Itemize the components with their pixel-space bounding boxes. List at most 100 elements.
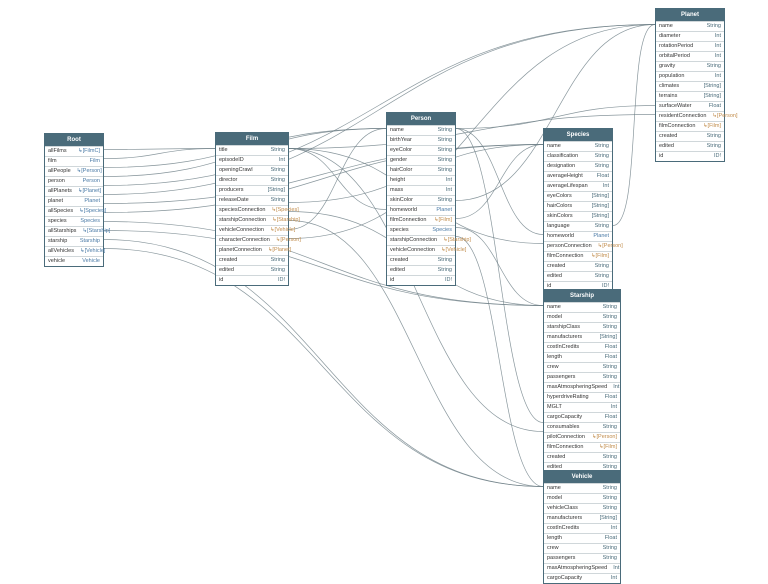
field-row[interactable]: createdString [387, 255, 455, 265]
field-row[interactable]: crewString [544, 362, 620, 372]
field-row[interactable]: allSpecies↳[Species] [45, 206, 103, 216]
field-row[interactable]: allVehicles↳[Vehicle] [45, 246, 103, 256]
field-row[interactable]: filmConnection↳[Film] [544, 442, 620, 452]
field-row[interactable]: climates[String] [656, 81, 724, 91]
field-row[interactable]: birthYearString [387, 135, 455, 145]
field-row[interactable]: massInt [387, 185, 455, 195]
entity-root[interactable]: RootallFilms↳[FilmC]filmFilmallPeople↳[P… [44, 133, 104, 267]
field-row[interactable]: speciesSpecies [387, 225, 455, 235]
field-row[interactable]: genderString [387, 155, 455, 165]
field-row[interactable]: averageHeightFloat [544, 171, 612, 181]
entity-vehicle[interactable]: VehiclenameStringmodelStringvehicleClass… [543, 470, 621, 584]
field-row[interactable]: idID! [656, 151, 724, 161]
field-row[interactable]: designationString [544, 161, 612, 171]
field-row[interactable]: characterConnection↳[Person] [216, 235, 288, 245]
field-row[interactable]: nameString [544, 302, 620, 312]
field-row[interactable]: createdString [544, 452, 620, 462]
field-row[interactable]: classificationString [544, 151, 612, 161]
field-row[interactable]: speciesConnection↳[Species] [216, 205, 288, 215]
field-row[interactable]: episodeIDInt [216, 155, 288, 165]
field-row[interactable]: planetConnection↳[Planet] [216, 245, 288, 255]
field-row[interactable]: consumablesString [544, 422, 620, 432]
field-row[interactable]: filmConnection↳[Film] [544, 251, 612, 261]
field-row[interactable]: passengersString [544, 553, 620, 563]
field-row[interactable]: passengersString [544, 372, 620, 382]
field-row[interactable]: terrains[String] [656, 91, 724, 101]
field-row[interactable]: editedString [656, 141, 724, 151]
field-row[interactable]: createdString [544, 261, 612, 271]
field-row[interactable]: vehicleClassString [544, 503, 620, 513]
field-row[interactable]: filmFilm [45, 156, 103, 166]
field-row[interactable]: filmConnection↳[Film] [387, 215, 455, 225]
field-row[interactable]: populationInt [656, 71, 724, 81]
field-row[interactable]: openingCrawlString [216, 165, 288, 175]
field-row[interactable]: editedString [544, 271, 612, 281]
field-row[interactable]: eyeColorString [387, 145, 455, 155]
field-row[interactable]: editedString [387, 265, 455, 275]
field-row[interactable]: cargoCapacityInt [544, 573, 620, 583]
field-row[interactable]: cargoCapacityFloat [544, 412, 620, 422]
field-row[interactable]: hyperdriveRatingFloat [544, 392, 620, 402]
field-row[interactable]: starshipStarship [45, 236, 103, 246]
field-row[interactable]: allPeople↳[Person] [45, 166, 103, 176]
field-row[interactable]: createdString [216, 255, 288, 265]
field-row[interactable]: rotationPeriodInt [656, 41, 724, 51]
field-row[interactable]: pilotConnection↳[Person] [544, 432, 620, 442]
field-row[interactable]: allStarships↳[Starship] [45, 226, 103, 236]
field-row[interactable]: homeworldPlanet [387, 205, 455, 215]
entity-film[interactable]: FilmtitleStringepisodeIDIntopeningCrawlS… [215, 132, 289, 286]
field-row[interactable]: lengthFloat [544, 352, 620, 362]
field-row[interactable]: manufacturers[String] [544, 332, 620, 342]
field-row[interactable]: lengthFloat [544, 533, 620, 543]
field-row[interactable]: costInCreditsFloat [544, 342, 620, 352]
field-row[interactable]: starshipConnection↳[Starship] [216, 215, 288, 225]
field-row[interactable]: manufacturers[String] [544, 513, 620, 523]
field-row[interactable]: starshipConnection↳[Starship] [387, 235, 455, 245]
field-row[interactable]: costInCreditsInt [544, 523, 620, 533]
entity-planet[interactable]: PlanetnameStringdiameterIntrotationPerio… [655, 8, 725, 162]
field-row[interactable]: modelString [544, 493, 620, 503]
field-row[interactable]: titleString [216, 145, 288, 155]
field-row[interactable]: averageLifespanInt [544, 181, 612, 191]
field-row[interactable]: personPerson [45, 176, 103, 186]
field-row[interactable]: homeworldPlanet [544, 231, 612, 241]
field-row[interactable]: eyeColors[String] [544, 191, 612, 201]
field-row[interactable]: createdString [656, 131, 724, 141]
field-row[interactable]: vehicleConnection↳[Vehicle] [216, 225, 288, 235]
field-row[interactable]: gravityString [656, 61, 724, 71]
field-row[interactable]: personConnection↳[Person] [544, 241, 612, 251]
field-row[interactable]: nameString [387, 125, 455, 135]
field-row[interactable]: maxAtmospheringSpeedInt [544, 382, 620, 392]
entity-species[interactable]: SpeciesnameStringclassificationStringdes… [543, 128, 613, 292]
field-row[interactable]: skinColorString [387, 195, 455, 205]
field-row[interactable]: starshipClassString [544, 322, 620, 332]
field-row[interactable]: idID! [216, 275, 288, 285]
field-row[interactable]: skinColors[String] [544, 211, 612, 221]
field-row[interactable]: diameterInt [656, 31, 724, 41]
field-row[interactable]: heightInt [387, 175, 455, 185]
field-row[interactable]: nameString [544, 483, 620, 493]
field-row[interactable]: nameString [656, 21, 724, 31]
field-row[interactable]: directorString [216, 175, 288, 185]
field-row[interactable]: speciesSpecies [45, 216, 103, 226]
field-row[interactable]: idID! [387, 275, 455, 285]
field-row[interactable]: allPlanets↳[Planet] [45, 186, 103, 196]
field-row[interactable]: orbitalPeriodInt [656, 51, 724, 61]
field-row[interactable]: editedString [216, 265, 288, 275]
field-row[interactable]: filmConnection↳[Film] [656, 121, 724, 131]
field-row[interactable]: residentConnection↳[Person] [656, 111, 724, 121]
field-row[interactable]: vehicleConnection↳[Vehicle] [387, 245, 455, 255]
field-row[interactable]: surfaceWaterFloat [656, 101, 724, 111]
field-row[interactable]: planetPlanet [45, 196, 103, 206]
field-row[interactable]: producers[String] [216, 185, 288, 195]
field-row[interactable]: languageString [544, 221, 612, 231]
field-row[interactable]: hairColorString [387, 165, 455, 175]
field-row[interactable]: MGLTInt [544, 402, 620, 412]
field-row[interactable]: vehicleVehicle [45, 256, 103, 266]
field-row[interactable]: nameString [544, 141, 612, 151]
field-row[interactable]: allFilms↳[FilmC] [45, 146, 103, 156]
entity-starship[interactable]: StarshipnameStringmodelStringstarshipCla… [543, 289, 621, 483]
field-row[interactable]: releaseDateString [216, 195, 288, 205]
field-row[interactable]: maxAtmospheringSpeedInt [544, 563, 620, 573]
field-row[interactable]: crewString [544, 543, 620, 553]
